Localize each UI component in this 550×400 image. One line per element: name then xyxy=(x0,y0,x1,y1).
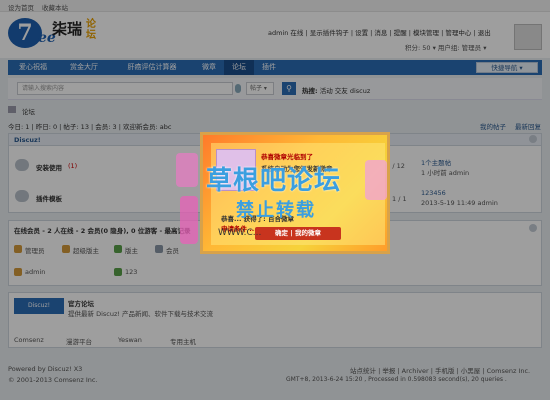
decoration-shape xyxy=(365,160,387,200)
decoration-shape xyxy=(176,153,198,187)
decoration-shape xyxy=(180,196,198,244)
confirm-button[interactable]: 确定 | 我的微章 xyxy=(255,227,341,240)
watermark-url: WWW.C... xyxy=(218,228,262,238)
watermark-main: 草根吧论坛 xyxy=(206,166,342,196)
watermark-sub: 禁止转载 xyxy=(236,200,316,221)
